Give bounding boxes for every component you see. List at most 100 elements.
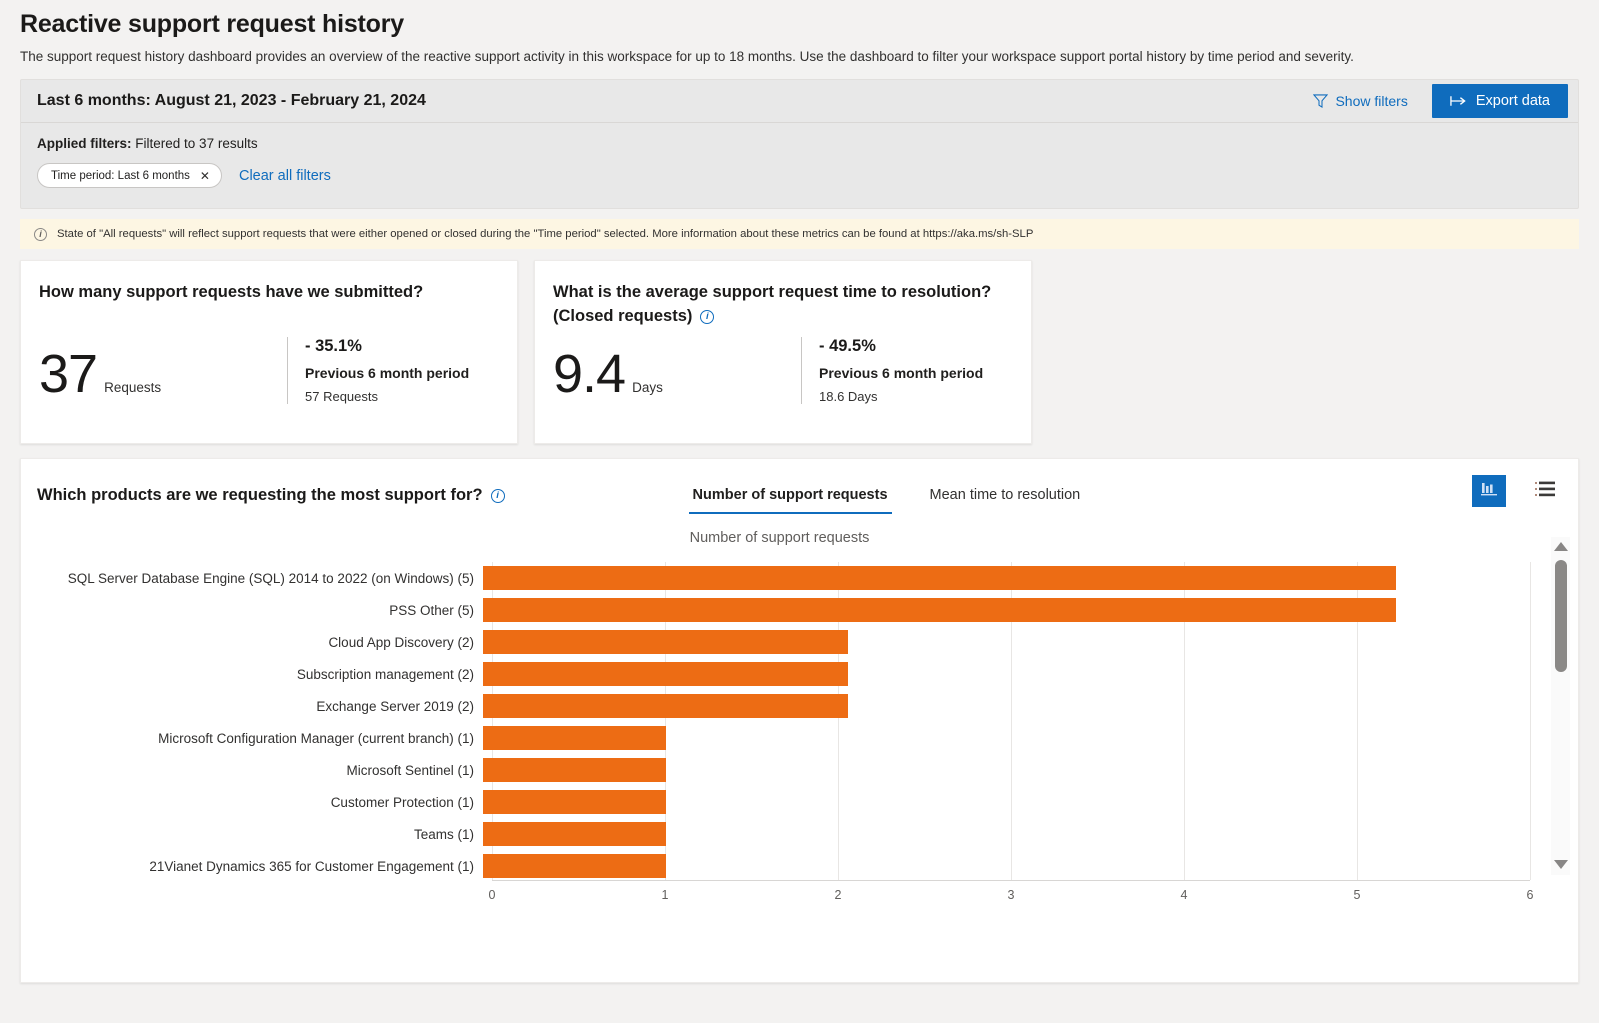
dashboard-page: Reactive support request history The sup… xyxy=(0,10,1599,1023)
kpi-card-row: How many support requests have we submit… xyxy=(20,260,1579,445)
kpi-question: How many support requests have we submit… xyxy=(39,281,499,305)
funnel-icon xyxy=(1313,94,1329,109)
kpi-delta-percent: - 35.1% xyxy=(305,337,362,356)
page-title: Reactive support request history xyxy=(20,10,404,38)
clear-all-filters-link[interactable]: Clear all filters xyxy=(239,168,331,184)
chart-question-text: Which products are we requesting the mos… xyxy=(37,486,483,505)
bar[interactable] xyxy=(483,630,848,655)
bar-track xyxy=(483,818,1578,850)
x-tick-label: 2 xyxy=(834,888,842,903)
kpi-primary-value: 37 Requests xyxy=(39,337,287,404)
bar[interactable] xyxy=(483,790,666,815)
kpi-question-text: How many support requests have we submit… xyxy=(39,283,424,302)
bar-row[interactable]: Subscription management (2) xyxy=(21,658,1578,690)
page-description: The support request history dashboard pr… xyxy=(20,49,1354,64)
show-filters-button[interactable]: Show filters xyxy=(1303,87,1417,115)
bar-chart-icon xyxy=(1479,479,1499,504)
kpi-primary-value: 9.4 Days xyxy=(553,337,801,404)
applied-filters-zone: Applied filters: Filtered to 37 results … xyxy=(21,123,1578,208)
kpi-previous-value: 18.6 Days xyxy=(819,389,878,405)
kpi-card-resolution-time: What is the average support request time… xyxy=(534,260,1032,445)
bar-category-label: Customer Protection (1) xyxy=(330,794,474,810)
kpi-question: What is the average support request time… xyxy=(553,281,1013,329)
bar-category-label: PSS Other (5) xyxy=(389,602,474,618)
filter-panel: Last 6 months: August 21, 2023 - Februar… xyxy=(20,79,1579,210)
bar-track xyxy=(483,722,1578,754)
bar-category-label: Subscription management (2) xyxy=(296,666,474,682)
tab-number-of-support-requests[interactable]: Number of support requests xyxy=(688,479,892,515)
kpi-body: 9.4 Days - 49.5% Previous 6 month period… xyxy=(553,337,1013,405)
bar[interactable] xyxy=(483,822,666,847)
filter-chip-time-period[interactable]: Time period: Last 6 months ✕ xyxy=(37,163,222,189)
kpi-delta-percent: - 49.5% xyxy=(819,337,876,356)
chart-question: Which products are we requesting the mos… xyxy=(37,479,505,505)
kpi-previous-value: 57 Requests xyxy=(305,389,378,405)
bar[interactable] xyxy=(483,598,1396,623)
bar[interactable] xyxy=(483,726,666,751)
bar-track xyxy=(483,850,1578,882)
chart-plot-area: Number of support requests SQL Server Da… xyxy=(21,530,1578,920)
kpi-previous-label: Previous 6 month period xyxy=(819,365,984,382)
x-tick-label: 3 xyxy=(1007,888,1015,903)
kpi-question-suffix: (Closed requests) xyxy=(553,307,693,326)
info-icon[interactable]: i xyxy=(490,488,505,503)
bar-row[interactable]: SQL Server Database Engine (SQL) 2014 to… xyxy=(21,562,1578,594)
export-data-button[interactable]: Export data xyxy=(1431,84,1568,119)
kpi-value: 9.4 xyxy=(553,344,626,405)
date-range-label: Last 6 months: August 21, 2023 - Februar… xyxy=(37,92,426,110)
bar-row[interactable]: Microsoft Configuration Manager (current… xyxy=(21,722,1578,754)
kpi-question-text: What is the average support request time… xyxy=(553,283,992,302)
bar-row[interactable]: PSS Other (5) xyxy=(21,594,1578,626)
close-icon[interactable]: ✕ xyxy=(200,170,210,182)
kpi-value: 37 xyxy=(39,344,98,405)
bar[interactable] xyxy=(483,854,666,879)
info-banner-text: State of "All requests" will reflect sup… xyxy=(57,228,1034,241)
bar-row[interactable]: 21Vianet Dynamics 365 for Customer Engag… xyxy=(21,850,1578,882)
bar[interactable] xyxy=(483,566,1396,591)
bar[interactable] xyxy=(483,662,848,687)
bar-row[interactable]: Microsoft Sentinel (1) xyxy=(21,754,1578,786)
x-tick-label: 1 xyxy=(661,888,669,903)
info-icon[interactable]: i xyxy=(700,310,715,325)
bar-category-label: Teams (1) xyxy=(413,826,474,842)
show-filters-label: Show filters xyxy=(1335,93,1408,110)
list-view-icon xyxy=(1534,480,1556,503)
chart-scrollbar[interactable] xyxy=(1551,537,1570,876)
bar-track xyxy=(483,786,1578,818)
bar-track xyxy=(483,626,1578,658)
bar-category-label: 21Vianet Dynamics 365 for Customer Engag… xyxy=(149,858,474,874)
x-axis-line xyxy=(492,880,1530,882)
bar-category-label: SQL Server Database Engine (SQL) 2014 to… xyxy=(67,570,474,586)
chart-header: Which products are we requesting the mos… xyxy=(21,459,1578,515)
bar-category-label: Microsoft Configuration Manager (current… xyxy=(158,730,474,746)
bar-row[interactable]: Teams (1) xyxy=(21,818,1578,850)
tab-mean-time-to-resolution[interactable]: Mean time to resolution xyxy=(926,479,1085,514)
filter-bar: Last 6 months: August 21, 2023 - Februar… xyxy=(21,80,1578,124)
info-banner: i State of "All requests" will reflect s… xyxy=(20,219,1579,250)
bar-track xyxy=(483,754,1578,786)
bar-row[interactable]: Customer Protection (1) xyxy=(21,786,1578,818)
filter-chip-label: Time period: Last 6 months xyxy=(51,169,190,182)
scroll-thumb[interactable] xyxy=(1554,560,1567,673)
x-tick-label: 6 xyxy=(1526,888,1534,903)
kpi-previous-label: Previous 6 month period xyxy=(305,365,470,382)
bar[interactable] xyxy=(483,758,666,783)
bar-track xyxy=(483,594,1578,626)
bar-track xyxy=(483,562,1578,594)
applied-filters-summary: Applied filters: Filtered to 37 results xyxy=(37,136,1562,151)
kpi-unit: Requests xyxy=(104,380,162,396)
export-data-label: Export data xyxy=(1475,93,1550,110)
bar-category-label: Cloud App Discovery (2) xyxy=(328,634,474,650)
scroll-down-arrow[interactable] xyxy=(1553,860,1568,870)
chart-view-button[interactable] xyxy=(1472,475,1506,508)
table-view-button[interactable] xyxy=(1528,475,1562,507)
scroll-up-arrow[interactable] xyxy=(1553,542,1568,552)
bar-rows: SQL Server Database Engine (SQL) 2014 to… xyxy=(21,562,1578,882)
chart-title: Number of support requests xyxy=(689,530,870,547)
bar-row[interactable]: Cloud App Discovery (2) xyxy=(21,626,1578,658)
bar[interactable] xyxy=(483,694,848,719)
chart-tabs: Number of support requests Mean time to … xyxy=(688,479,1119,515)
bar-category-label: Exchange Server 2019 (2) xyxy=(316,698,474,714)
bar-chart: SQL Server Database Engine (SQL) 2014 to… xyxy=(21,562,1578,902)
bar-row[interactable]: Exchange Server 2019 (2) xyxy=(21,690,1578,722)
